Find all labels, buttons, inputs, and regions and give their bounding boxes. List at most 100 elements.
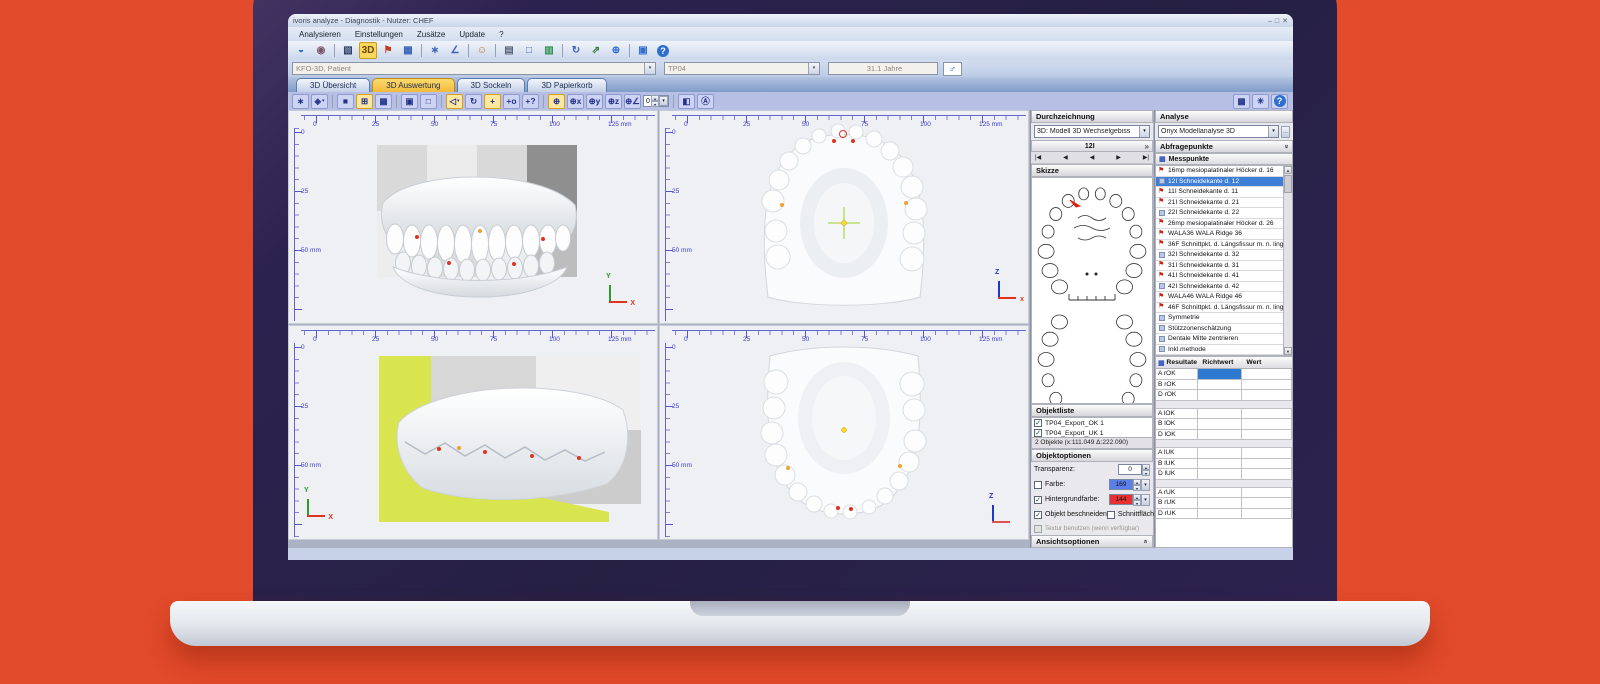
tab-3d-sockeln[interactable]: 3D Sockeln [457, 78, 526, 92]
resultate-row[interactable]: D lUK [1156, 469, 1292, 480]
messpunkte-scrollbar[interactable]: ▲ ▼ [1283, 166, 1292, 355]
ansichtsoptionen-header[interactable]: Ansichtsoptionen » [1031, 535, 1153, 548]
view-report-icon[interactable]: □ [420, 94, 437, 109]
resultate-row[interactable]: B rUK [1156, 498, 1292, 509]
richtwert-cell[interactable] [1198, 369, 1242, 380]
wert-cell[interactable] [1242, 448, 1292, 459]
wert-cell[interactable] [1242, 498, 1292, 509]
messpunkt-item[interactable]: 22I Schneidekante d. 22 [1156, 208, 1283, 219]
patient-search-icon[interactable]: ◉ [312, 42, 330, 59]
contrast-icon[interactable]: ◧ [678, 94, 695, 109]
wert-cell[interactable] [1242, 369, 1292, 380]
analyse-select[interactable]: Onyx Modellanalyse 3D ▾ [1158, 125, 1279, 138]
object-checkbox[interactable]: ✓ [1034, 429, 1042, 437]
resultate-row[interactable]: D rUK [1156, 509, 1292, 520]
object-list-item[interactable]: ✓TP04_Export_OK 1 [1032, 418, 1152, 428]
wert-cell[interactable] [1242, 509, 1292, 520]
help2-icon[interactable]: ? [1271, 94, 1288, 109]
wert-cell[interactable] [1242, 430, 1292, 441]
tab-3d-bersicht[interactable]: 3D Übersicht [296, 78, 370, 92]
save-icon[interactable]: ▣ [634, 42, 652, 59]
measure-x-icon[interactable]: ⊕x [567, 94, 584, 109]
gender-male-icon[interactable]: ♂ [943, 62, 962, 76]
scrollbar-thumb[interactable] [1284, 175, 1292, 193]
messpunkt-item[interactable]: 32I Schneidekante d. 32 [1156, 250, 1283, 261]
farbe-spinner[interactable]: ▴▾ [1133, 479, 1141, 491]
print-icon[interactable]: ▤ [500, 42, 518, 59]
textur-checkbox[interactable] [1034, 525, 1042, 533]
resultate-row[interactable]: A lUK [1156, 448, 1292, 459]
messpunkt-item[interactable]: ⚑31I Schneidekante d. 31 [1156, 261, 1283, 272]
dental-chart-sketch[interactable] [1031, 177, 1153, 404]
hintergrundfarbe-dropdown[interactable]: ▾ [1141, 494, 1150, 506]
patient-photo-icon[interactable]: ☺ [473, 42, 491, 59]
durchzeichnung-header[interactable]: Durchzeichnung [1031, 110, 1153, 123]
richtwert-cell[interactable] [1198, 430, 1242, 441]
quad-view-icon[interactable]: ⊞ [356, 94, 373, 109]
farbe-value[interactable]: 169 [1109, 479, 1133, 490]
richtwert-cell[interactable] [1198, 409, 1242, 420]
analyse-header[interactable]: Analyse [1155, 110, 1293, 123]
richtwert-cell[interactable] [1198, 419, 1242, 430]
axes-3d-icon[interactable]: ∠ [446, 42, 464, 59]
chevron-down-icon[interactable]: ▾ [644, 63, 655, 74]
point-nav-button[interactable]: ◀ [1063, 154, 1068, 161]
wert-cell[interactable] [1242, 409, 1292, 420]
richtwert-cell[interactable] [1198, 459, 1242, 470]
resultate-row[interactable]: B lOK [1156, 419, 1292, 430]
menu-update[interactable]: Update [452, 29, 492, 40]
image-2d-icon[interactable]: ▧ [339, 42, 357, 59]
richtwert-cell[interactable] [1198, 509, 1242, 520]
add-point-help-icon[interactable]: +? [522, 94, 539, 109]
value-table-icon[interactable]: ▦ [399, 42, 417, 59]
scroll-up-icon[interactable]: ▲ [1284, 166, 1292, 174]
settings-gear-icon[interactable]: ✳ [1252, 94, 1269, 109]
abfragepunkte-header[interactable]: Abfragepunkte » [1155, 140, 1293, 153]
object-list-item[interactable]: ✓TP04_Export_UK 1 [1032, 428, 1152, 438]
help-icon[interactable]: ? [654, 42, 672, 59]
tab-3d-auswertung[interactable]: 3D Auswertung [372, 78, 454, 92]
resultate-row[interactable]: A lOK [1156, 409, 1292, 420]
tab-3d-papierkorb[interactable]: 3D Papierkorb [527, 78, 606, 92]
add-point-obj-icon[interactable]: +o [503, 94, 520, 109]
messpunkt-item[interactable]: ⚑WALA46 WALA Ridge 46 [1156, 292, 1283, 303]
maximize-icon[interactable]: □ [1275, 18, 1279, 25]
measure-flag-icon[interactable]: ⚑ [379, 42, 397, 59]
objektoptionen-header[interactable]: Objektoptionen [1031, 449, 1153, 462]
viewport-upper-occlusal[interactable]: 0255075100125 mm 02550 mm Zx [659, 110, 1029, 324]
menu-analysieren[interactable]: Analysieren [292, 29, 348, 40]
messpunkt-item[interactable]: ⚑46F Schnittpkt. d. Längsfissur m. n. li… [1156, 303, 1283, 314]
resultate-row[interactable]: B rOK [1156, 380, 1292, 391]
richtwert-cell[interactable] [1198, 469, 1242, 480]
messpunkt-item[interactable]: Symmetrie [1156, 313, 1283, 324]
menu-zus-tze[interactable]: Zusätze [410, 29, 452, 40]
analyse-more-button[interactable]: … [1281, 126, 1290, 138]
clip-object-icon[interactable]: ◁▾ [446, 94, 463, 109]
richtwert-cell[interactable] [1198, 498, 1242, 509]
open-record-icon[interactable]: ◒ [292, 42, 310, 59]
measure-y-icon[interactable]: ⊕y [586, 94, 603, 109]
messpunkt-item[interactable]: ⚑16mp mesiopalatinaler Höcker d. 16 [1156, 166, 1283, 177]
messpunkt-item[interactable]: 42I Schneidekante d. 42 [1156, 282, 1283, 293]
wert-cell[interactable] [1242, 459, 1292, 470]
richtwert-cell[interactable] [1198, 448, 1242, 459]
image-export-icon[interactable]: □ [520, 42, 538, 59]
point-nav-button[interactable]: ▶| [1143, 154, 1149, 161]
richtwert-cell[interactable] [1198, 488, 1242, 499]
menu--[interactable]: ? [492, 29, 510, 40]
layout-panels-icon[interactable]: ▦ [1233, 94, 1250, 109]
collapse-chevron-icon[interactable]: » [1145, 142, 1149, 151]
messpunkte-subheader[interactable]: ▦ Messpunkte [1155, 153, 1293, 165]
messpunkt-item[interactable]: ⚑11I Schneidekante d. 11 [1156, 187, 1283, 198]
wert-cell[interactable] [1242, 488, 1292, 499]
practice-select[interactable]: KFO-3D, Patient ▾ [292, 62, 656, 75]
durchzeichnung-select[interactable]: 3D: Modell 3D Wechselgebiss ▾ [1034, 125, 1150, 138]
wert-cell[interactable] [1242, 380, 1292, 391]
chevron-down-icon[interactable]: ▾ [1268, 126, 1278, 137]
farbe-checkbox[interactable] [1034, 481, 1042, 489]
resultate-row[interactable]: D rOK [1156, 390, 1292, 401]
single-view-icon[interactable]: ■ [337, 94, 354, 109]
save-view-icon[interactable]: ▣ [401, 94, 418, 109]
resultate-row[interactable]: A rUK [1156, 488, 1292, 499]
schnittflaeche-checkbox[interactable] [1107, 511, 1115, 519]
